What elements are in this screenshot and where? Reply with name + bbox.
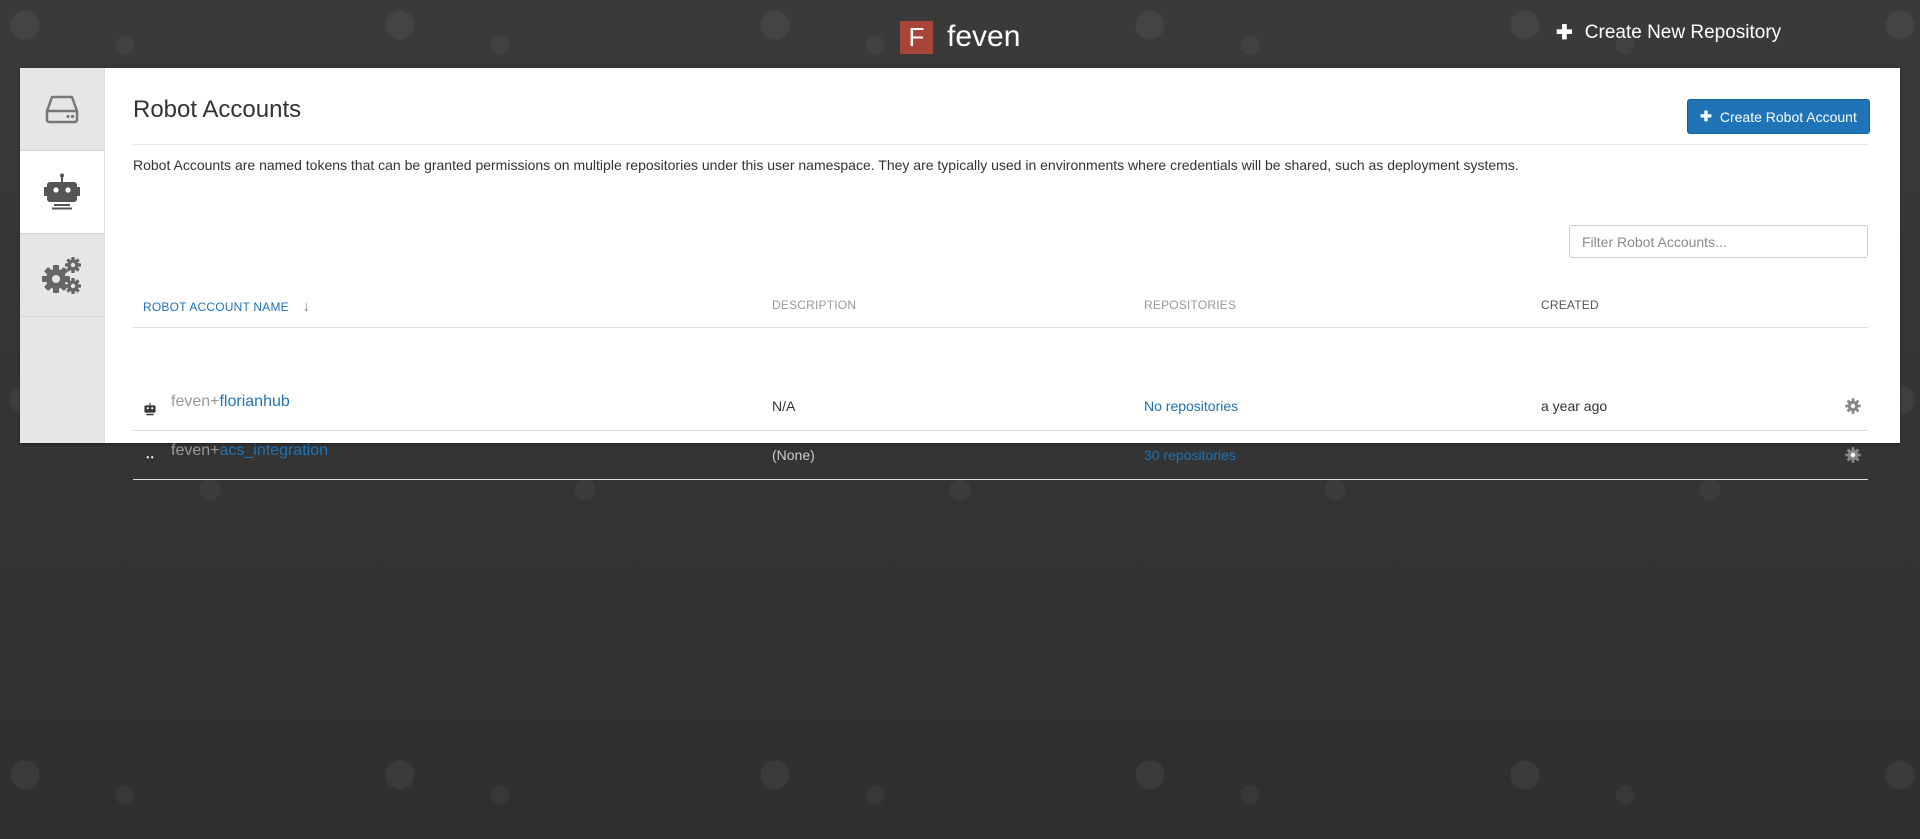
- robot-icon: [144, 451, 156, 465]
- sidebar: [20, 68, 105, 443]
- sidebar-item-repositories[interactable]: [20, 68, 104, 151]
- plus-icon: ✚: [1556, 22, 1573, 44]
- plus-icon: ✚: [1700, 108, 1712, 124]
- namespace-header[interactable]: F feven: [900, 20, 1020, 54]
- robot-created: a day ago: [1541, 447, 1603, 463]
- gears-icon: [42, 257, 81, 294]
- robot-icon: [144, 402, 156, 416]
- sort-down-icon: ↓: [302, 298, 311, 314]
- namespace-avatar: F: [900, 20, 933, 54]
- robot-namespace-prefix: feven+: [171, 442, 220, 459]
- page-description: Robot Accounts are named tokens that can…: [133, 157, 1519, 173]
- robot-description: (None): [772, 447, 815, 463]
- robot-account-name[interactable]: feven+acs_integration: [171, 442, 328, 460]
- create-robot-account-button[interactable]: ✚ Create Robot Account: [1687, 99, 1870, 134]
- robot-shortname-link[interactable]: florianhub: [219, 393, 289, 410]
- main-panel: Robot Accounts ✚ Create Robot Account Ro…: [20, 68, 1900, 480]
- column-header-created[interactable]: CREATED: [1541, 298, 1599, 312]
- robot-description: N/A: [772, 398, 796, 414]
- table-header: ROBOT ACCOUNT NAME ↓ DESCRIPTION REPOSITO…: [133, 281, 1868, 328]
- robot-shortname-link[interactable]: acs_integration: [219, 442, 328, 459]
- table-row: feven+acs_integration (None) 30 reposito…: [133, 431, 1868, 480]
- sidebar-item-settings[interactable]: [20, 234, 104, 317]
- divider: [133, 144, 1868, 145]
- robot-repositories-link[interactable]: 30 repositories: [1144, 447, 1236, 463]
- filter-robot-accounts-input[interactable]: [1569, 225, 1868, 258]
- column-header-description[interactable]: DESCRIPTION: [772, 298, 856, 312]
- top-bar: F feven ✚ Create New Repository: [0, 0, 1920, 68]
- create-robot-account-label: Create Robot Account: [1719, 108, 1857, 125]
- page-title: Robot Accounts: [133, 96, 302, 123]
- namespace-name: feven: [947, 20, 1021, 53]
- create-new-repository-link[interactable]: ✚ Create New Repository: [1556, 20, 1781, 45]
- robot-icon: [44, 173, 80, 210]
- table-row: feven+florianhub N/A No repositories a y…: [133, 382, 1868, 431]
- hard-drive-icon: [45, 95, 79, 124]
- column-header-name-label: ROBOT ACCOUNT NAME: [143, 300, 289, 314]
- robot-created: a year ago: [1541, 398, 1608, 414]
- column-header-name[interactable]: ROBOT ACCOUNT NAME ↓: [143, 298, 310, 314]
- column-header-repositories[interactable]: REPOSITORIES: [1144, 298, 1236, 312]
- gear-icon[interactable]: [1845, 447, 1861, 463]
- sidebar-item-robot-accounts[interactable]: [20, 151, 104, 234]
- robot-account-name[interactable]: feven+florianhub: [171, 393, 290, 411]
- robot-repositories-link[interactable]: No repositories: [1144, 398, 1238, 414]
- robot-namespace-prefix: feven+: [171, 393, 220, 410]
- gear-icon[interactable]: [1845, 398, 1861, 414]
- create-new-repository-label: Create New Repository: [1584, 21, 1782, 43]
